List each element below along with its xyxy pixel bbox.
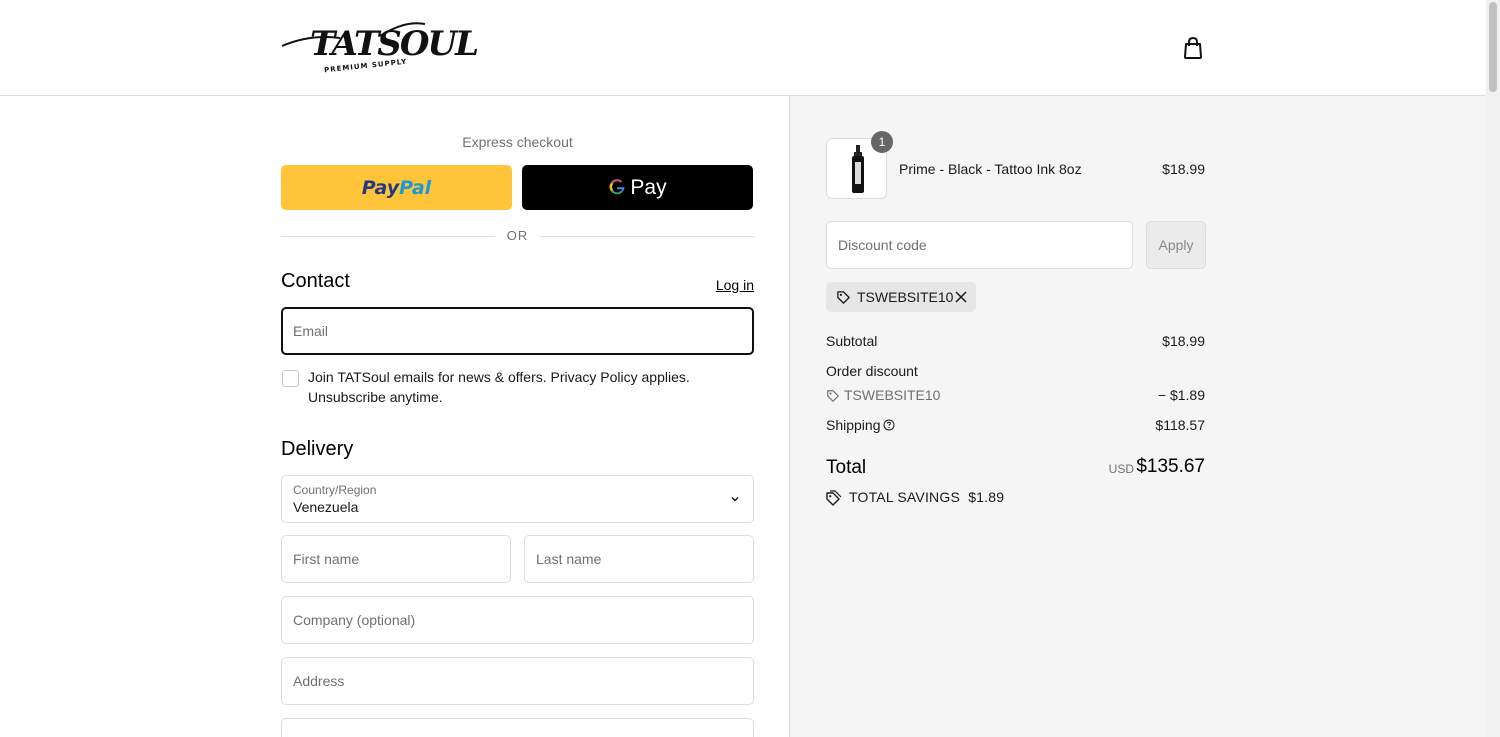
total-value: $135.67 <box>1136 456 1205 477</box>
delivery-title: Delivery <box>281 438 354 460</box>
address-line-2-input[interactable] <box>281 718 754 737</box>
newsletter-checkbox[interactable] <box>282 370 299 387</box>
order-discount-label: Order discount <box>826 363 918 379</box>
quantity-badge: 1 <box>871 131 893 153</box>
close-icon[interactable] <box>954 290 968 304</box>
email-input[interactable] <box>281 307 754 355</box>
applied-discount-chip: TSWEBSITE10 <box>826 282 976 312</box>
tatsoul-logo[interactable]: TATSOUL PREMIUM SUPPLY <box>280 16 479 78</box>
product-name: Prime - Black - Tattoo Ink 8oz <box>899 161 1082 177</box>
order-summary: 1 Prime - Black - Tattoo Ink 8oz $18.99 … <box>789 96 1486 737</box>
scrollbar-thumb[interactable] <box>1489 2 1497 92</box>
total-label: Total <box>826 457 867 478</box>
google-pay-label: Pay <box>630 175 667 199</box>
country-value: Venezuela <box>293 499 359 515</box>
savings-tag-icon <box>826 490 842 506</box>
or-divider: OR <box>281 228 754 244</box>
tag-icon <box>827 390 839 402</box>
shopping-bag-icon[interactable] <box>1182 36 1204 60</box>
login-link[interactable]: Log in <box>716 277 754 293</box>
savings-label: TOTAL SAVINGS <box>849 489 960 505</box>
shipping-value: $118.57 <box>1155 417 1205 433</box>
contact-title: Contact <box>281 270 350 292</box>
savings-value: $1.89 <box>968 489 1005 505</box>
product-price: $18.99 <box>1162 161 1205 177</box>
apply-discount-button[interactable]: Apply <box>1146 221 1206 269</box>
applied-code-text: TSWEBSITE10 <box>857 289 954 305</box>
country-label: Country/Region <box>293 483 377 497</box>
newsletter-label: Join TATSoul emails for news & offers. P… <box>308 369 690 405</box>
help-circle-icon[interactable] <box>883 419 895 431</box>
last-name-input[interactable] <box>524 535 754 583</box>
paypal-wordmark-part2: Pal <box>399 176 432 199</box>
discount-code-input[interactable] <box>826 221 1133 269</box>
page-scrollbar[interactable] <box>1486 0 1500 737</box>
subtotal-value: $18.99 <box>1162 333 1205 349</box>
or-text: OR <box>506 228 529 243</box>
chevron-down-icon <box>731 496 739 502</box>
first-name-input[interactable] <box>281 535 511 583</box>
google-pay-button[interactable]: Pay <box>522 165 753 210</box>
total-currency: USD <box>1108 462 1134 476</box>
shipping-label: Shipping <box>826 417 881 433</box>
ink-bottle-icon <box>852 145 864 193</box>
discount-code-label: TSWEBSITE10 <box>844 387 941 403</box>
discount-value: − $1.89 <box>1157 387 1205 403</box>
paypal-wordmark-part1: Pay <box>361 176 400 199</box>
company-input[interactable] <box>281 596 754 644</box>
header: TATSOUL PREMIUM SUPPLY <box>0 0 1486 96</box>
express-checkout-title: Express checkout <box>462 134 573 150</box>
google-g-icon <box>608 176 626 200</box>
total-savings: TOTAL SAVINGS $1.89 <box>849 489 1004 505</box>
subtotal-label: Subtotal <box>826 333 878 349</box>
address-input[interactable] <box>281 657 754 705</box>
country-select[interactable]: Country/Region Venezuela <box>281 475 754 523</box>
tag-icon <box>837 290 850 304</box>
paypal-button[interactable]: PayPal <box>281 165 512 210</box>
